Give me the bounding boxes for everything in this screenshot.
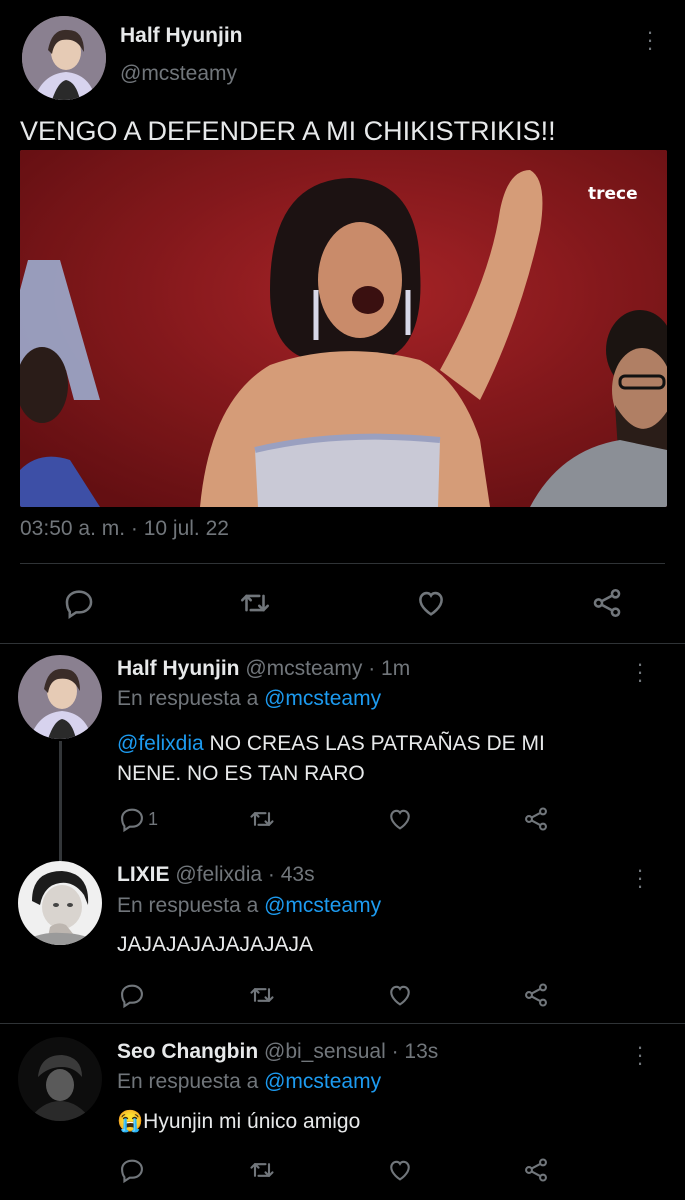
reply-handle-time[interactable]: @bi_sensual · 13s xyxy=(264,1040,438,1063)
reply-context-mention[interactable]: @mcsteamy xyxy=(264,687,381,710)
reply-handle-time[interactable]: @mcsteamy · 1m xyxy=(245,657,410,680)
main-tweet-text: VENGO A DEFENDER A MI CHIKISTRIKIS!! xyxy=(20,116,556,146)
reply-text-line1: NO CREAS LAS PATRAÑAS DE MI xyxy=(203,732,545,755)
reply-context-prefix: En respuesta a xyxy=(117,894,259,917)
reply-icon xyxy=(118,805,146,833)
reply-context-prefix: En respuesta a xyxy=(117,687,259,710)
divider xyxy=(0,643,685,644)
video-frame-image xyxy=(20,150,667,507)
like-icon[interactable] xyxy=(414,586,448,620)
reply-text-body: Hyunjin mi único amigo xyxy=(143,1110,361,1133)
reply-text: 😭Hyunjin mi único amigo xyxy=(117,1110,360,1134)
share-icon[interactable] xyxy=(522,1156,550,1184)
reply-context: En respuesta a @mcsteamy xyxy=(117,687,381,711)
retweet-icon[interactable] xyxy=(238,586,272,620)
main-more-icon[interactable]: · · · xyxy=(640,21,660,59)
reply-context: En respuesta a @mcsteamy xyxy=(117,894,381,918)
tweet-video[interactable]: trece xyxy=(20,150,667,507)
share-icon[interactable] xyxy=(522,981,550,1009)
reply-context-prefix: En respuesta a xyxy=(117,1070,259,1093)
reply-more-icon[interactable]: · · · xyxy=(630,653,650,691)
reply-avatar[interactable] xyxy=(18,1037,102,1121)
reply-count: 1 xyxy=(148,808,159,829)
reply-icon[interactable] xyxy=(118,1156,146,1184)
reply-header: Seo Changbin @bi_sensual · 13s xyxy=(117,1040,438,1064)
reply-more-icon[interactable]: · · · xyxy=(630,859,650,897)
reply-header: Half Hyunjin @mcsteamy · 1m xyxy=(117,657,410,681)
reply-context: En respuesta a @mcsteamy xyxy=(117,1070,381,1094)
like-icon[interactable] xyxy=(386,981,414,1009)
reply-context-mention[interactable]: @mcsteamy xyxy=(264,894,381,917)
reply-header: LIXIE @felixdia · 43s xyxy=(117,863,315,887)
crying-emoji: 😭 xyxy=(117,1110,144,1133)
reply-author-name[interactable]: Seo Changbin xyxy=(117,1040,258,1063)
reply-text-line2: NENE. NO ES TAN RARO xyxy=(117,762,365,785)
video-watermark: trece xyxy=(588,184,638,204)
divider xyxy=(0,1023,685,1024)
like-icon[interactable] xyxy=(386,805,414,833)
reply-text-mention[interactable]: @felixdia xyxy=(117,732,204,755)
reply-author-name[interactable]: LIXIE xyxy=(117,863,170,886)
reply-avatar[interactable] xyxy=(18,861,102,945)
reply-handle-time[interactable]: @felixdia · 43s xyxy=(175,863,314,886)
reply-text: @felixdia NO CREAS LAS PATRAÑAS DE MI NE… xyxy=(117,729,545,789)
retweet-icon[interactable] xyxy=(248,805,276,833)
reply-more-icon[interactable]: · · · xyxy=(630,1036,650,1074)
share-icon[interactable] xyxy=(590,586,624,620)
reply-text: JAJAJAJAJAJAJAJA xyxy=(117,933,314,956)
reply-author-name[interactable]: Half Hyunjin xyxy=(117,657,240,680)
retweet-icon[interactable] xyxy=(248,1156,276,1184)
retweet-icon[interactable] xyxy=(248,981,276,1009)
share-icon[interactable] xyxy=(522,805,550,833)
main-author-name[interactable]: Half Hyunjin xyxy=(120,24,243,48)
reply-icon[interactable] xyxy=(62,586,96,620)
tweet-timestamp[interactable]: 03:50 a. m. · 10 jul. 22 xyxy=(20,517,229,541)
reply-context-mention[interactable]: @mcsteamy xyxy=(264,1070,381,1093)
like-icon[interactable] xyxy=(386,1156,414,1184)
thread-line xyxy=(59,741,62,861)
reply-icon[interactable] xyxy=(118,981,146,1009)
reply-action-reply[interactable]: 1 xyxy=(118,805,158,833)
divider xyxy=(20,563,665,564)
reply-avatar[interactable] xyxy=(18,655,102,739)
main-author-avatar[interactable] xyxy=(22,16,106,100)
main-author-handle[interactable]: @mcsteamy xyxy=(120,62,237,86)
